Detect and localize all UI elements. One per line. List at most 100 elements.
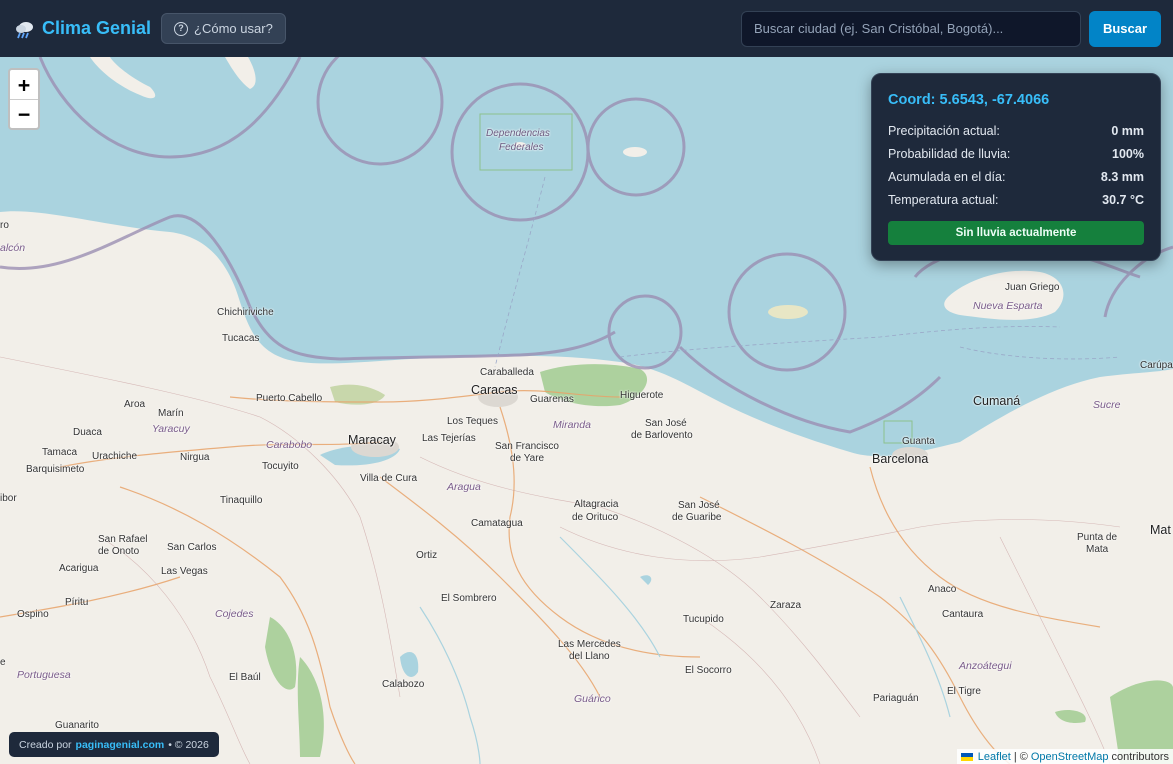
label-anzoategui: Anzoátegui xyxy=(959,660,1012,672)
rain-probability-value: 100% xyxy=(1112,146,1144,161)
label-ro: ro xyxy=(0,220,9,231)
label-camatagua: Camatagua xyxy=(471,518,523,529)
label-sucre: Sucre xyxy=(1093,399,1121,411)
label-san-rafael-1: San Rafael xyxy=(98,534,148,545)
temperature-row: Temperatura actual: 30.7 °C xyxy=(888,188,1144,211)
label-chichiriviche: Chichiriviche xyxy=(217,307,274,318)
attrib-separator: | © xyxy=(1013,750,1028,763)
label-pariaguan: Pariaguán xyxy=(873,693,919,704)
label-san-jose-barlovento-2: de Barlovento xyxy=(631,430,693,441)
label-villa-de-cura: Villa de Cura xyxy=(360,473,418,484)
label-caracas: Caracas xyxy=(471,383,518,397)
zoom-in-button[interactable]: + xyxy=(10,70,38,99)
credit-badge: Creado por paginagenial.com • © 2026 xyxy=(9,732,219,757)
coordinates-title: Coord: 5.6543, -67.4066 xyxy=(888,92,1050,108)
precipitation-label: Precipitación actual: xyxy=(888,123,1000,138)
label-maracay: Maracay xyxy=(348,433,396,447)
zoom-control: + − xyxy=(8,68,40,130)
label-ospino: Ospino xyxy=(17,609,49,620)
label-cojedes: Cojedes xyxy=(215,608,254,620)
label-guarenas: Guarenas xyxy=(530,394,574,405)
rain-status-badge: Sin lluvia actualmente xyxy=(888,221,1144,245)
accumulated-row: Acumulada en el día: 8.3 mm xyxy=(888,165,1144,188)
label-calabozo: Calabozo xyxy=(382,679,425,690)
label-tinaquillo: Tinaquillo xyxy=(220,495,263,506)
label-carabobo: Carabobo xyxy=(266,439,313,451)
label-san-jose-guaribe-1: San José xyxy=(678,500,720,511)
app-title: Clima Genial xyxy=(42,18,152,38)
label-guanarito: Guanarito xyxy=(55,720,99,731)
rain-probability-row: Probabilidad de lluvia: 100% xyxy=(888,142,1144,165)
label-el-sombrero: El Sombrero xyxy=(441,593,497,604)
label-punta-de-mata-2: Mata xyxy=(1086,544,1109,555)
label-marin: Marín xyxy=(158,408,184,419)
label-tucupido: Tucupido xyxy=(683,614,724,625)
label-aroa: Aroa xyxy=(124,399,146,410)
label-aragua: Aragua xyxy=(447,481,481,493)
label-mat: Mat xyxy=(1150,523,1171,537)
attrib-suffix: contributors xyxy=(1111,750,1169,763)
label-san-francisco-1: San Francisco xyxy=(495,441,559,452)
label-san-jose-guaribe-2: de Guaribe xyxy=(672,512,722,523)
label-duaca: Duaca xyxy=(73,427,102,438)
label-caraballeda: Caraballeda xyxy=(480,367,534,378)
map-attribution: Leaflet | © OpenStreetMap contributors xyxy=(956,749,1173,764)
rain-probability-label: Probabilidad de lluvia: xyxy=(888,146,1011,161)
credit-link[interactable]: paginagenial.com xyxy=(76,739,165,751)
credit-suffix: • © 2026 xyxy=(168,738,209,751)
rain-cloud-icon xyxy=(14,18,36,40)
label-acarigua: Acarigua xyxy=(59,563,99,574)
label-yaracuy: Yaracuy xyxy=(152,423,190,435)
label-el-baul: El Baúl xyxy=(229,672,261,683)
label-las-tejerias: Las Tejerías xyxy=(422,433,476,444)
accumulated-value: 8.3 mm xyxy=(1100,169,1144,184)
label-cantaura: Cantaura xyxy=(942,609,984,620)
label-punta-de-mata-1: Punta de xyxy=(1077,532,1118,543)
precipitation-row: Precipitación actual: 0 mm xyxy=(888,119,1144,142)
label-altagracia-2: de Orituco xyxy=(572,512,619,523)
osm-link[interactable]: OpenStreetMap xyxy=(1031,751,1109,763)
label-nueva-esparta: Nueva Esparta xyxy=(973,300,1043,312)
weather-info-panel: Coord: 5.6543, -67.4066 Precipitación ac… xyxy=(871,73,1161,261)
search-input[interactable] xyxy=(741,10,1081,47)
help-button[interactable]: ? ¿Cómo usar? xyxy=(161,13,286,44)
label-san-francisco-2: de Yare xyxy=(510,453,545,464)
leaflet-link[interactable]: Leaflet xyxy=(978,751,1011,763)
label-barquisimeto: Barquisimeto xyxy=(26,464,85,475)
label-carupa: Carúpa xyxy=(1140,360,1173,371)
label-cumana: Cumaná xyxy=(973,394,1021,408)
label-altagracia-1: Altagracia xyxy=(574,499,619,510)
label-nirgua: Nirgua xyxy=(180,452,210,463)
label-san-rafael-2: de Onoto xyxy=(98,546,140,557)
brand[interactable]: Clima Genial xyxy=(14,18,151,40)
label-tamaca: Tamaca xyxy=(42,447,78,458)
label-dependencias: Dependencias xyxy=(486,128,550,139)
label-higuerote: Higuerote xyxy=(620,390,664,401)
label-zaraza: Zaraza xyxy=(770,600,802,611)
label-e: e xyxy=(0,657,6,668)
label-las-mercedes-2: del Llano xyxy=(569,651,610,662)
label-anaco: Anaco xyxy=(928,584,957,595)
help-label: ¿Cómo usar? xyxy=(194,21,273,36)
zoom-out-button[interactable]: − xyxy=(10,99,38,128)
label-barcelona: Barcelona xyxy=(872,452,929,466)
label-el-tigre: El Tigre xyxy=(947,686,981,697)
label-urachiche: Urachiche xyxy=(92,451,138,462)
search-bar: Buscar xyxy=(741,10,1161,47)
label-piritu: Píritu xyxy=(65,597,89,608)
label-puerto-cabello: Puerto Cabello xyxy=(256,393,323,404)
label-el-socorro: El Socorro xyxy=(685,665,732,676)
label-falcon: alcón xyxy=(0,242,26,254)
ukraine-flag-icon xyxy=(960,752,973,761)
label-portuguesa: Portuguesa xyxy=(17,669,71,681)
label-federales: Federales xyxy=(499,142,544,153)
label-los-teques: Los Teques xyxy=(447,416,498,427)
app-header: Clima Genial ? ¿Cómo usar? Buscar xyxy=(0,0,1173,57)
label-tocuyito: Tocuyito xyxy=(262,461,299,472)
search-button[interactable]: Buscar xyxy=(1089,10,1161,47)
label-juan-griego: Juan Griego xyxy=(1005,282,1060,293)
label-ortiz: Ortiz xyxy=(416,550,438,561)
temperature-value: 30.7 °C xyxy=(1102,192,1144,207)
credit-prefix: Creado por xyxy=(19,738,72,751)
label-san-carlos: San Carlos xyxy=(167,542,217,553)
